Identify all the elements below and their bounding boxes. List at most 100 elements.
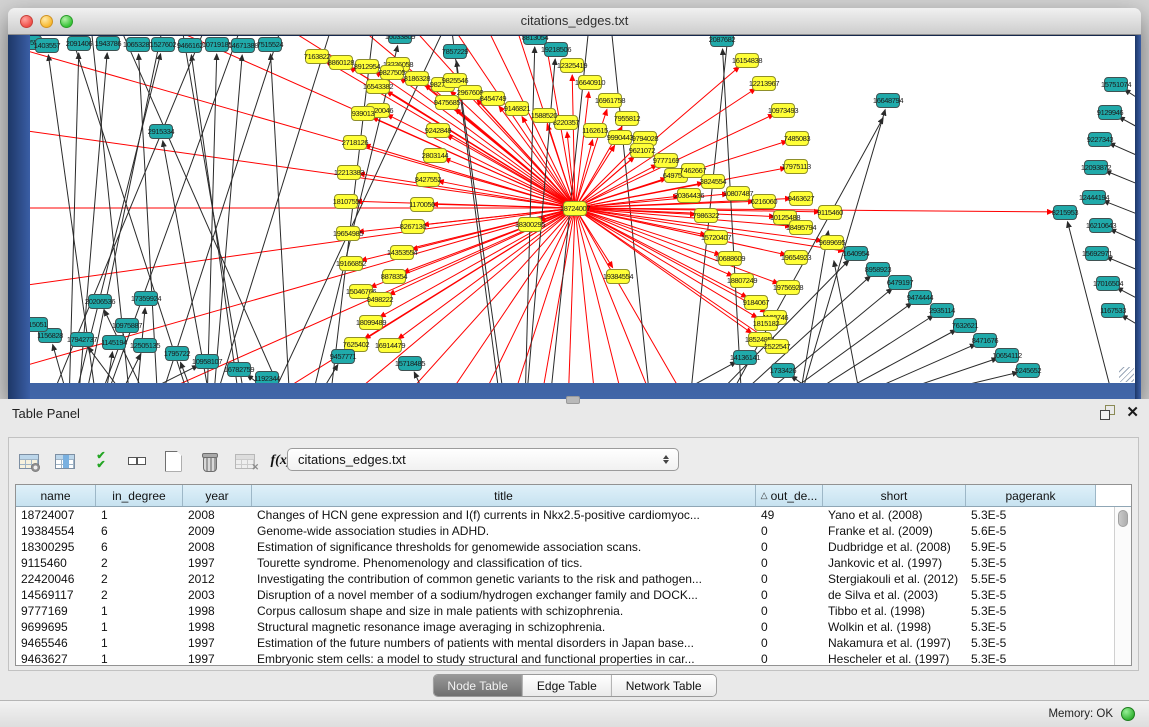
- graph-node[interactable]: 9466162: [178, 38, 202, 53]
- graph-node[interactable]: 9129946: [1098, 105, 1122, 120]
- graph-node[interactable]: 2967608: [458, 85, 482, 100]
- float-panel-icon[interactable]: [1099, 405, 1114, 420]
- graph-node[interactable]: 8215953: [1053, 205, 1077, 220]
- graph-node[interactable]: 9242848: [426, 123, 450, 138]
- graph-node[interactable]: 12213383: [337, 165, 361, 180]
- graph-node[interactable]: 9475685: [435, 95, 459, 110]
- graph-node[interactable]: 9777169: [654, 153, 678, 168]
- graph-node[interactable]: 17942737: [70, 332, 94, 347]
- graph-node[interactable]: 2522547: [765, 339, 789, 354]
- graph-node[interactable]: 15751074: [1104, 77, 1128, 92]
- table-row[interactable]: 2242004622012Investigating the contribut…: [16, 571, 1131, 587]
- graph-node[interactable]: 18099489: [359, 315, 383, 330]
- vertical-scrollbar[interactable]: [1114, 507, 1131, 665]
- graph-node[interactable]: 7857229: [443, 44, 467, 59]
- graph-node[interactable]: 9115460: [818, 205, 842, 220]
- graph-node[interactable]: 8220357: [554, 115, 578, 130]
- graph-node[interactable]: 15720407: [704, 230, 728, 245]
- graph-node[interactable]: 115051: [30, 317, 48, 332]
- column-header-pagerank[interactable]: pagerank: [966, 485, 1096, 506]
- graph-node[interactable]: 18300295: [518, 217, 542, 232]
- graph-node[interactable]: 9457771: [331, 349, 355, 364]
- column-header-in-degree[interactable]: in_degree: [96, 485, 183, 506]
- scrollbar-thumb[interactable]: [1118, 510, 1128, 527]
- graph-node[interactable]: 1943786: [96, 36, 120, 51]
- graph-node[interactable]: 7163822: [305, 49, 329, 64]
- table-row[interactable]: 969969511998Structural magnetic resonanc…: [16, 619, 1131, 635]
- graph-node[interactable]: 1815182: [754, 316, 778, 331]
- tab-network-table[interactable]: Network Table: [612, 675, 716, 696]
- graph-node[interactable]: 7515524: [258, 37, 282, 52]
- graph-node[interactable]: 9227343: [1088, 132, 1112, 147]
- graph-node[interactable]: 14353554: [390, 245, 414, 260]
- delete-column-button[interactable]: [197, 450, 221, 472]
- graph-node[interactable]: 8427552: [416, 172, 440, 187]
- graph-node[interactable]: 10654112: [995, 348, 1019, 363]
- graph-node[interactable]: 15692971: [1085, 246, 1109, 261]
- graph-node[interactable]: 8958923: [866, 262, 890, 277]
- column-header-title[interactable]: title: [252, 485, 756, 506]
- graph-node[interactable]: 19654985: [336, 226, 360, 241]
- graph-node[interactable]: 1403557: [35, 38, 59, 53]
- graph-node[interactable]: 16543382: [366, 79, 390, 94]
- graph-node[interactable]: 2718126: [343, 135, 367, 150]
- graph-node[interactable]: 8471676: [973, 333, 997, 348]
- table-row[interactable]: 977716911998Corpus callosum shape and si…: [16, 603, 1131, 619]
- graph-node[interactable]: 20206536: [88, 294, 112, 309]
- graph-hub-node[interactable]: 18724007: [563, 201, 587, 216]
- table-row[interactable]: 1938455462009Genome-wide association stu…: [16, 523, 1131, 539]
- tab-node-table[interactable]: Node Table: [433, 675, 523, 696]
- graph-node[interactable]: 9184067: [744, 295, 768, 310]
- graph-node[interactable]: 9245652: [1016, 363, 1040, 378]
- graph-node[interactable]: 7955812: [615, 111, 639, 126]
- graph-node[interactable]: 16210643: [1089, 218, 1113, 233]
- graph-node[interactable]: 6216060: [752, 194, 776, 209]
- graph-node[interactable]: 19756928: [776, 280, 800, 295]
- graph-node[interactable]: 17975113: [784, 159, 808, 174]
- graph-node[interactable]: 16154838: [735, 53, 759, 68]
- graph-node[interactable]: 8267130: [401, 219, 425, 234]
- table-row[interactable]: 911546021997Tourette syndrome. Phenomeno…: [16, 555, 1131, 571]
- graph-node[interactable]: 1162615: [583, 123, 607, 138]
- graph-node[interactable]: 10973493: [771, 103, 795, 118]
- graph-node[interactable]: 14671388: [231, 38, 255, 53]
- graph-node[interactable]: 1527602: [151, 37, 175, 52]
- unselect-columns-button[interactable]: [125, 450, 149, 472]
- graph-node[interactable]: 8912954: [355, 59, 379, 74]
- table-options-button[interactable]: [17, 450, 41, 472]
- graph-node[interactable]: 1810755: [334, 194, 358, 209]
- table-selector-dropdown[interactable]: citations_edges.txt: [287, 448, 679, 471]
- column-header-out-de-[interactable]: △out_de...: [756, 485, 823, 506]
- graph-node[interactable]: 19384554: [606, 269, 630, 284]
- graph-node[interactable]: 9146821: [505, 101, 529, 116]
- graph-node[interactable]: 1145194: [102, 335, 126, 350]
- graph-node[interactable]: 7632621: [953, 318, 977, 333]
- graph-node[interactable]: 2935114: [930, 303, 954, 318]
- graph-node[interactable]: 8860128: [329, 55, 353, 70]
- graph-node[interactable]: 16961758: [598, 93, 622, 108]
- table-row[interactable]: 1872400712008Changes of HCN gene express…: [16, 507, 1131, 523]
- graph-node[interactable]: 19218506: [544, 42, 568, 57]
- graph-node[interactable]: 9699695: [820, 235, 844, 250]
- table-row[interactable]: 1456911722003Disruption of a novel membe…: [16, 587, 1131, 603]
- graph-node[interactable]: 2915334: [149, 124, 173, 139]
- graph-node[interactable]: 7485083: [785, 131, 809, 146]
- graph-node[interactable]: 19654923: [784, 250, 808, 265]
- graph-node[interactable]: 9463627: [789, 191, 813, 206]
- graph-node[interactable]: 9990443: [608, 130, 632, 145]
- graph-node[interactable]: 1167533: [1101, 303, 1125, 318]
- graph-node[interactable]: 12505135: [133, 338, 157, 353]
- graph-node[interactable]: 1795722: [165, 346, 189, 361]
- show-columns-button[interactable]: [53, 450, 77, 472]
- graph-node[interactable]: 14136141: [733, 350, 757, 365]
- close-panel-icon[interactable]: ✕: [1126, 405, 1139, 420]
- graph-node[interactable]: 10653287: [126, 37, 150, 52]
- graph-node[interactable]: 18495794: [789, 220, 813, 235]
- tab-edge-table[interactable]: Edge Table: [523, 675, 612, 696]
- graph-node[interactable]: 8878354: [382, 269, 406, 284]
- graph-node[interactable]: 2803144: [423, 148, 447, 163]
- graph-node[interactable]: 2091406: [67, 36, 91, 51]
- table-row[interactable]: 946362711997Embryonic stem cells: a mode…: [16, 651, 1131, 666]
- column-header-name[interactable]: name: [16, 485, 96, 506]
- table-row[interactable]: 946554611997Estimation of the future num…: [16, 635, 1131, 651]
